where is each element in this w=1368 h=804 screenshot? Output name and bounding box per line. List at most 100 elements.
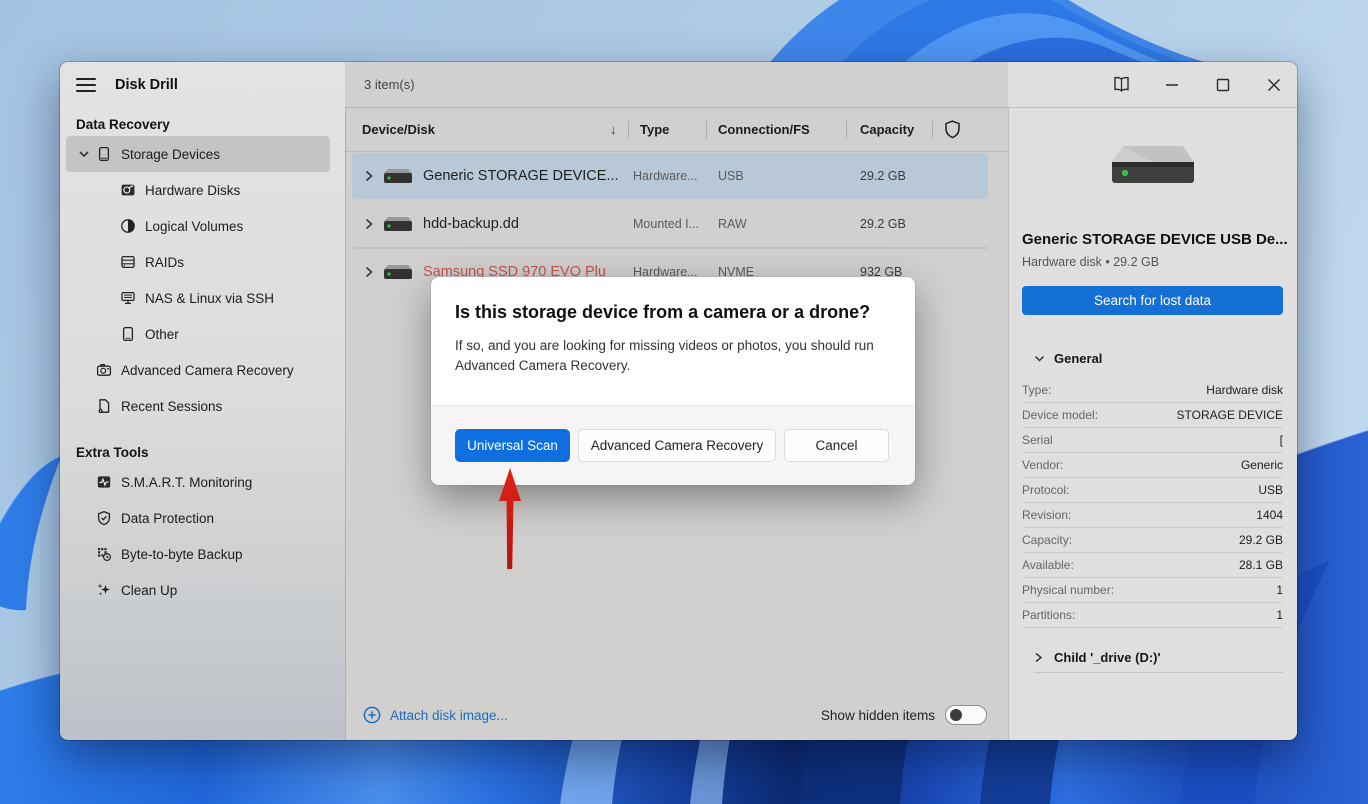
detail-value: 28.1 GB	[1238, 558, 1283, 572]
show-hidden-items-label: Show hidden items	[820, 707, 935, 723]
sidebar-item-advanced-camera-recovery[interactable]: Advanced Camera Recovery	[66, 352, 330, 388]
detail-label: Device model:	[1022, 408, 1099, 422]
detail-label: Vendor:	[1022, 458, 1064, 472]
column-header-capacity[interactable]: Capacity	[860, 108, 914, 151]
detail-label: Physical number:	[1022, 583, 1115, 597]
sidebar-item-label: Other	[145, 326, 179, 342]
row-expand-chevron-icon[interactable]	[365, 152, 373, 200]
sidebar-item-label: Logical Volumes	[145, 218, 244, 234]
cancel-button[interactable]: Cancel	[784, 429, 889, 462]
hardware-disks-icon	[120, 182, 136, 198]
sidebar-item-nas-linux-ssh[interactable]: NAS & Linux via SSH	[66, 280, 330, 316]
hamburger-menu-icon[interactable]	[71, 70, 101, 100]
detail-label: Available:	[1022, 558, 1074, 572]
sidebar-item-logical-volumes[interactable]: Logical Volumes	[66, 208, 330, 244]
device-subtitle: Hardware disk • 29.2 GB	[1022, 255, 1160, 269]
row-expand-chevron-icon[interactable]	[365, 200, 373, 248]
detail-value: Hardware disk	[1206, 383, 1283, 397]
sidebar-item-label: NAS & Linux via SSH	[145, 290, 275, 306]
disk-drive-icon	[383, 200, 413, 248]
table-row[interactable]: hdd-backup.dd Mounted I... RAW 29.2 GB	[345, 200, 1008, 248]
maximize-icon[interactable]	[1212, 74, 1234, 96]
protection-shield-icon[interactable]	[944, 108, 961, 151]
sidebar-item-other[interactable]: Other	[66, 316, 330, 352]
table-header: Device/Disk ↓ Type Connection/FS Capacit…	[345, 108, 1008, 152]
help-book-icon[interactable]	[1110, 74, 1132, 96]
sidebar-item-label: Hardware Disks	[145, 182, 241, 198]
sidebar-item-byte-to-byte-backup[interactable]: Byte-to-byte Backup	[66, 536, 330, 572]
row-expand-chevron-icon[interactable]	[365, 248, 373, 296]
minimize-icon[interactable]	[1161, 74, 1183, 96]
column-header-type[interactable]: Type	[640, 108, 669, 151]
sidebar-item-smart-monitoring[interactable]: S.M.A.R.T. Monitoring	[66, 464, 330, 500]
column-separator	[932, 121, 933, 139]
detail-value: USB	[1258, 483, 1283, 497]
detail-row: Serial [	[1022, 428, 1283, 453]
device-capacity: 29.2 GB	[860, 217, 906, 231]
sort-descending-icon[interactable]: ↓	[610, 108, 617, 151]
detail-row: Protocol: USB	[1022, 478, 1283, 503]
sidebar-item-label: Advanced Camera Recovery	[121, 362, 294, 378]
device-title: Generic STORAGE DEVICE USB De...	[1022, 231, 1288, 248]
show-hidden-group: Show hidden items	[821, 705, 987, 725]
detail-value: [	[1279, 433, 1283, 447]
child-drive-section-header[interactable]: Child '_drive (D:)'	[1034, 643, 1283, 673]
plus-circle-icon	[363, 706, 381, 724]
device-type: Mounted I...	[633, 217, 700, 231]
close-icon[interactable]	[1263, 74, 1285, 96]
section-header-data-recovery: Data Recovery	[76, 117, 170, 132]
detail-label: Protocol:	[1022, 483, 1070, 497]
camera-drone-dialog: Is this storage device from a camera or …	[431, 277, 915, 485]
items-count: 3 item(s)	[364, 77, 415, 92]
sidebar-item-clean-up[interactable]: Clean Up	[66, 572, 330, 608]
table-row[interactable]: Generic STORAGE DEVICE... Hardware... US…	[345, 152, 1008, 200]
general-section-header[interactable]: General	[1034, 351, 1283, 366]
details-divider	[1008, 108, 1009, 740]
sidebar-item-storage-devices[interactable]: Storage Devices	[66, 136, 330, 172]
universal-scan-button[interactable]: Universal Scan	[455, 429, 570, 462]
device-capacity: 29.2 GB	[860, 169, 906, 183]
detail-label: Capacity:	[1022, 533, 1073, 547]
attach-disk-image-label: Attach disk image...	[390, 707, 508, 723]
chevron-down-icon	[1034, 355, 1045, 362]
storage-devices-icon	[96, 146, 112, 162]
sidebar-item-label: Data Protection	[121, 510, 215, 526]
device-name: Generic STORAGE DEVICE...	[423, 168, 619, 184]
camera-icon	[96, 362, 112, 378]
sidebar-item-data-protection[interactable]: Data Protection	[66, 500, 330, 536]
device-name: hdd-backup.dd	[423, 216, 519, 232]
sidebar-item-recent-sessions[interactable]: Recent Sessions	[66, 388, 330, 424]
disk-drive-icon	[383, 152, 413, 200]
advanced-camera-recovery-button[interactable]: Advanced Camera Recovery	[578, 429, 776, 462]
attach-disk-image-button[interactable]: Attach disk image...	[363, 706, 508, 724]
chevron-down-icon	[79, 151, 89, 158]
sidebar-item-raids[interactable]: RAIDs	[66, 244, 330, 280]
sidebar-item-hardware-disks[interactable]: Hardware Disks	[66, 172, 330, 208]
detail-row: Physical number: 1	[1022, 578, 1283, 603]
device-fs: USB	[718, 169, 744, 183]
detail-label: Revision:	[1022, 508, 1072, 522]
detail-value: 1404	[1256, 508, 1283, 522]
dialog-body: If so, and you are looking for missing v…	[455, 338, 874, 373]
detail-label: Type:	[1022, 383, 1052, 397]
sidebar-divider	[345, 108, 346, 740]
app-title: Disk Drill	[115, 77, 178, 93]
detail-row: Revision: 1404	[1022, 503, 1283, 528]
column-header-device-disk[interactable]: Device/Disk	[362, 108, 435, 151]
detail-value: 1	[1276, 583, 1283, 597]
section-header-extra-tools: Extra Tools	[76, 445, 149, 460]
detail-value: Generic	[1240, 458, 1283, 472]
device-fs: RAW	[718, 217, 747, 231]
dialog-title: Is this storage device from a camera or …	[455, 302, 871, 322]
column-header-connection-fs[interactable]: Connection/FS	[718, 108, 810, 151]
sidebar-item-label: S.M.A.R.T. Monitoring	[121, 474, 253, 490]
toggle-knob	[950, 709, 962, 721]
detail-row: Available: 28.1 GB	[1022, 553, 1283, 578]
search-for-lost-data-button[interactable]: Search for lost data	[1022, 286, 1283, 315]
nas-server-icon	[120, 290, 136, 306]
column-separator	[628, 121, 629, 139]
byte-backup-icon	[96, 546, 112, 562]
show-hidden-items-toggle[interactable]	[945, 705, 987, 725]
chevron-right-icon	[1035, 652, 1043, 663]
sidebar-item-label: Recent Sessions	[121, 398, 223, 414]
